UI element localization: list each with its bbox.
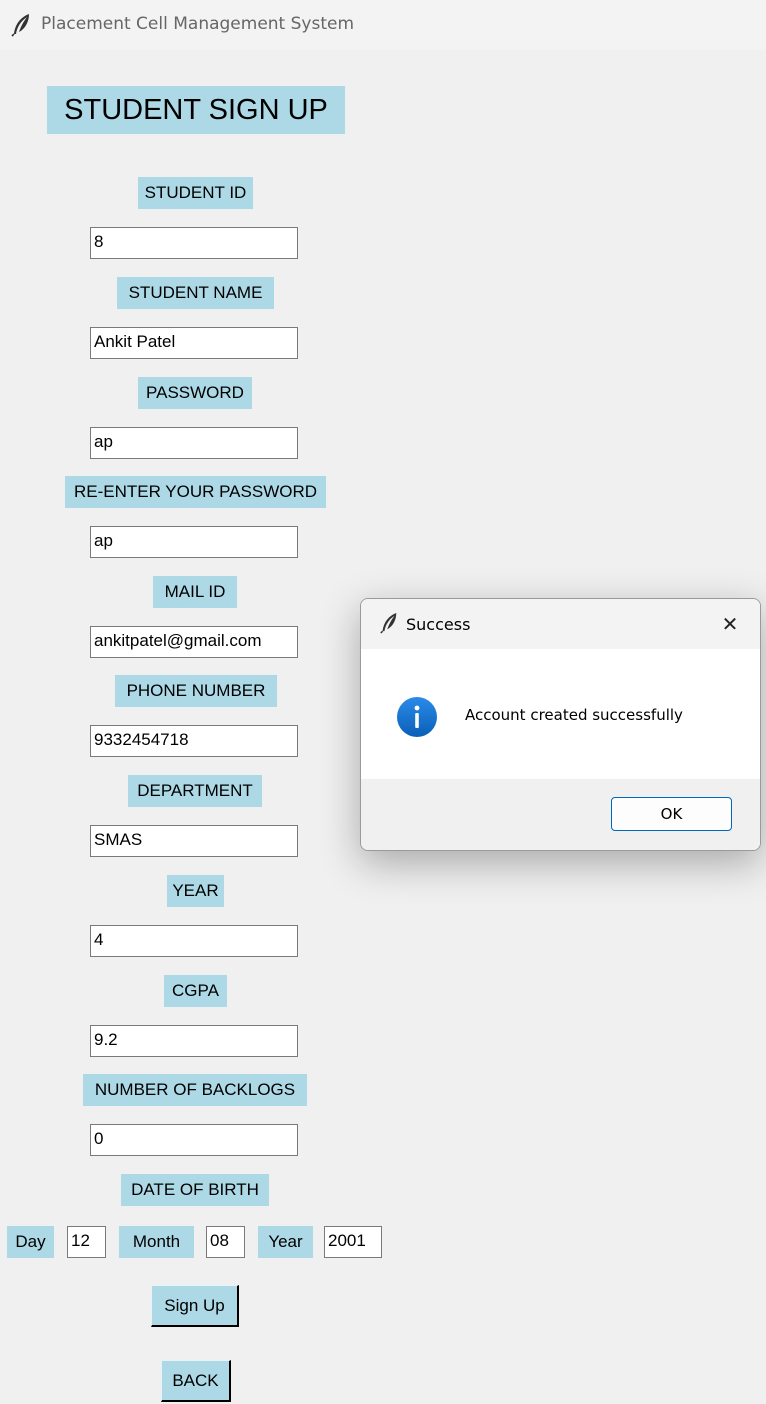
reenter-password-label: RE-ENTER YOUR PASSWORD bbox=[65, 476, 326, 508]
password-label: PASSWORD bbox=[138, 377, 252, 409]
info-icon bbox=[397, 697, 437, 737]
title-bar[interactable]: Placement Cell Management System bbox=[0, 0, 766, 50]
dob-month-input[interactable]: 08 bbox=[206, 1226, 245, 1258]
cgpa-label: CGPA bbox=[164, 975, 227, 1007]
year-input[interactable]: 4 bbox=[90, 925, 298, 957]
dialog-title-bar[interactable]: Success ✕ bbox=[361, 599, 760, 649]
reenter-password-input[interactable]: ap bbox=[90, 526, 298, 558]
ok-button[interactable]: OK bbox=[611, 797, 732, 831]
dialog-message: Account created successfully bbox=[465, 706, 683, 724]
dialog-body: Account created successfully bbox=[361, 649, 760, 779]
department-label: DEPARTMENT bbox=[128, 775, 262, 807]
student-name-input[interactable]: Ankit Patel bbox=[90, 327, 298, 359]
student-id-label: STUDENT ID bbox=[138, 177, 253, 209]
dob-day-input[interactable]: 12 bbox=[67, 1226, 106, 1258]
backlogs-input[interactable]: 0 bbox=[90, 1124, 298, 1156]
sign-up-button[interactable]: Sign Up bbox=[151, 1285, 239, 1327]
mail-id-input[interactable]: ankitpatel@gmail.com bbox=[90, 626, 298, 658]
window-title: Placement Cell Management System bbox=[41, 14, 355, 34]
dialog-footer: OK bbox=[361, 779, 760, 850]
mail-id-label: MAIL ID bbox=[153, 576, 237, 608]
student-id-input[interactable]: 8 bbox=[90, 227, 298, 259]
back-button[interactable]: BACK bbox=[161, 1360, 231, 1402]
dob-year-input[interactable]: 2001 bbox=[324, 1226, 382, 1258]
dob-month-label: Month bbox=[119, 1226, 194, 1258]
dob-day-label: Day bbox=[7, 1226, 54, 1258]
feather-icon bbox=[11, 14, 29, 37]
department-input[interactable]: SMAS bbox=[90, 825, 298, 857]
password-input[interactable]: ap bbox=[90, 427, 298, 459]
close-icon[interactable]: ✕ bbox=[717, 611, 743, 637]
phone-number-label: PHONE NUMBER bbox=[115, 675, 277, 707]
success-dialog: Success ✕ Account created successfully O… bbox=[360, 598, 761, 851]
student-name-label: STUDENT NAME bbox=[117, 277, 274, 309]
feather-icon bbox=[380, 613, 397, 634]
phone-number-input[interactable]: 9332454718 bbox=[90, 725, 298, 757]
backlogs-label: NUMBER OF BACKLOGS bbox=[83, 1074, 307, 1106]
dob-label: DATE OF BIRTH bbox=[121, 1174, 269, 1206]
cgpa-input[interactable]: 9.2 bbox=[90, 1025, 298, 1057]
year-label: YEAR bbox=[167, 875, 224, 907]
dob-year-label: Year bbox=[258, 1226, 313, 1258]
dialog-title: Success bbox=[406, 615, 471, 634]
page-title: STUDENT SIGN UP bbox=[47, 86, 345, 134]
